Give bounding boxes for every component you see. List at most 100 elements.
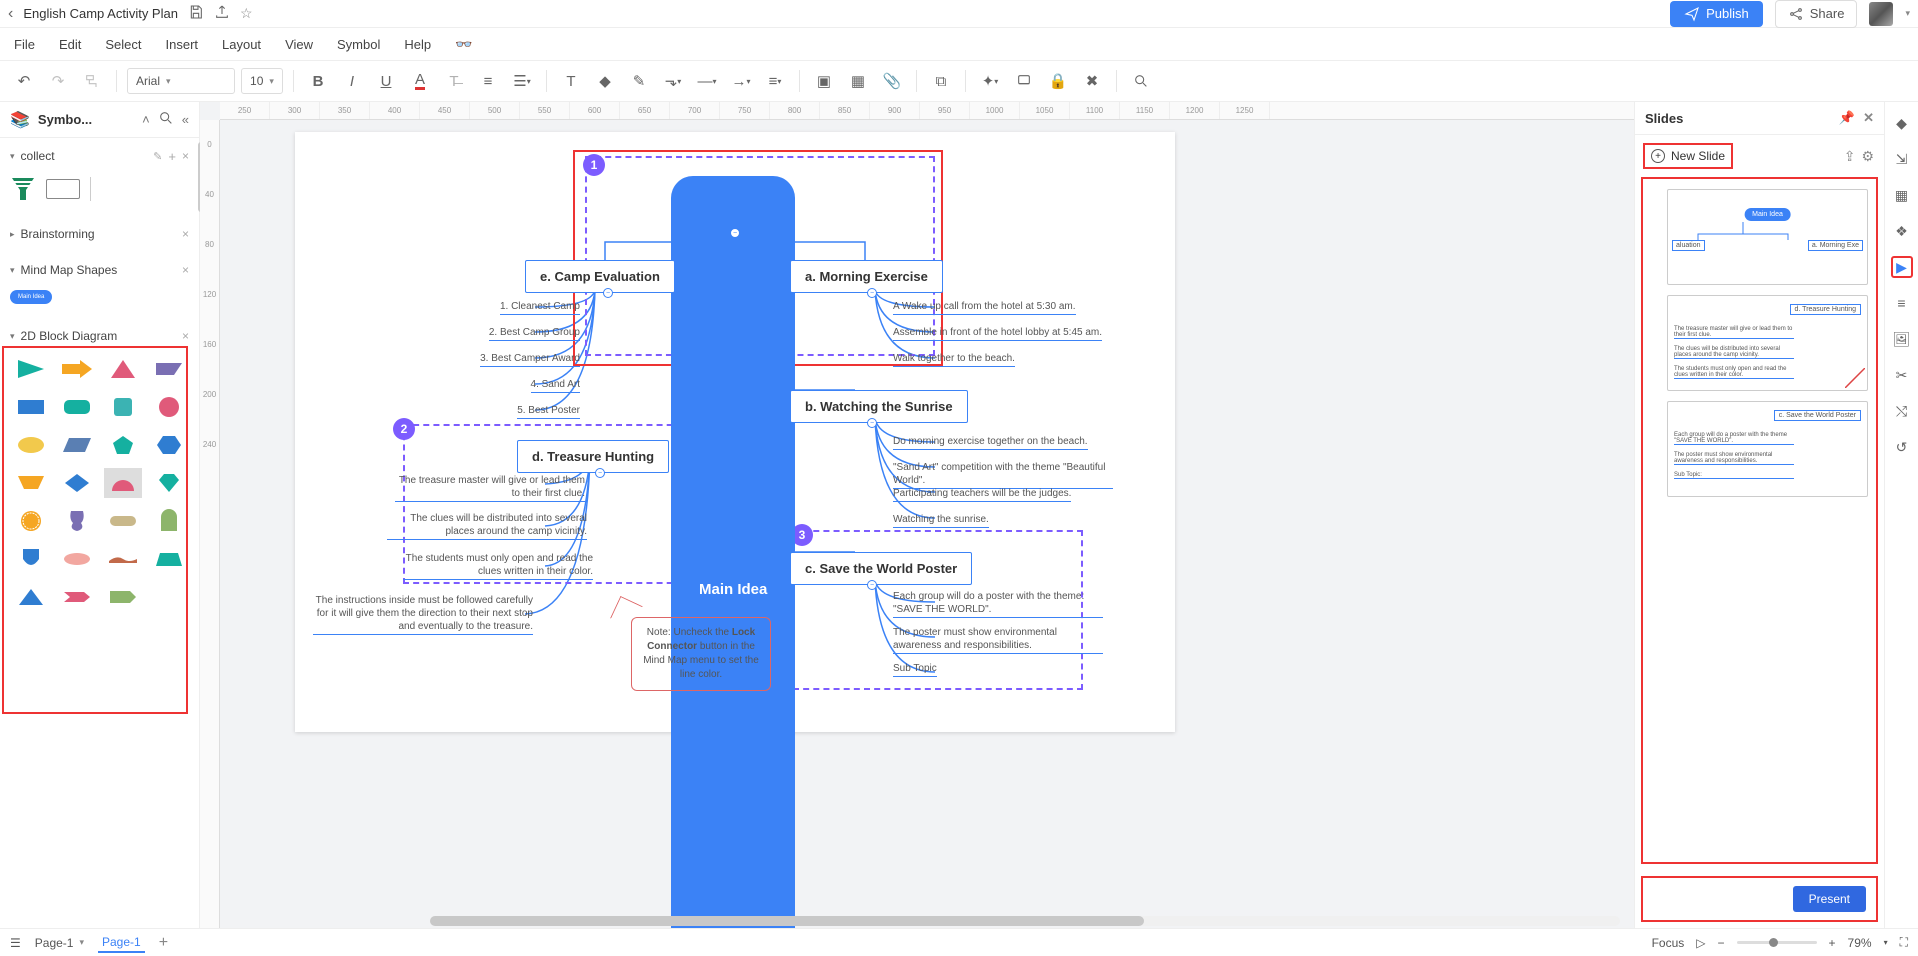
shape-arch[interactable]: [150, 506, 188, 536]
menu-insert[interactable]: Insert: [166, 37, 199, 52]
avatar-chevron-icon[interactable]: ▾: [1905, 8, 1910, 19]
shape-triangle-up[interactable]: [104, 354, 142, 384]
data-icon[interactable]: ≡: [1891, 292, 1913, 314]
slide-thumb[interactable]: Main Ideaaluationa. Morning Exe: [1667, 189, 1868, 285]
add-page-icon[interactable]: +: [159, 934, 168, 952]
image-icon[interactable]: 🖼: [1891, 328, 1913, 350]
menu-edit[interactable]: Edit: [59, 37, 81, 52]
menu-view[interactable]: View: [285, 37, 313, 52]
collapse-icon[interactable]: −: [867, 288, 877, 298]
h-scrollbar-thumb[interactable]: [430, 916, 1144, 926]
leaf-node[interactable]: 4. Sand Art: [370, 378, 580, 393]
leaf-node[interactable]: Participating teachers will be the judge…: [893, 487, 1113, 502]
chevron-up-icon[interactable]: ˄: [142, 112, 150, 127]
clip-icon[interactable]: ✂: [1891, 364, 1913, 386]
leaf-node[interactable]: 2. Best Camp Group: [370, 326, 580, 341]
presentation-icon[interactable]: ▶: [1891, 256, 1913, 278]
tools-icon[interactable]: ✖: [1078, 67, 1106, 95]
clear-format-icon[interactable]: T̶: [440, 67, 468, 95]
edit-section-icon[interactable]: ✎: [153, 150, 162, 163]
close-section-icon[interactable]: ×: [182, 149, 189, 163]
layers-icon[interactable]: ❖: [1891, 220, 1913, 242]
eraser-icon[interactable]: [1010, 67, 1038, 95]
shape-half-circle[interactable]: [104, 468, 142, 498]
leaf-node[interactable]: A Wake up call from the hotel at 5:30 am…: [893, 300, 1113, 315]
present-button[interactable]: Present: [1793, 886, 1866, 912]
shape-trapezoid[interactable]: [12, 468, 50, 498]
node-branch-b[interactable]: b. Watching the Sunrise: [790, 390, 968, 423]
zoom-out-icon[interactable]: −: [1718, 936, 1725, 950]
back-icon[interactable]: ‹: [8, 5, 13, 23]
line-weight-icon[interactable]: ≡▾: [761, 67, 789, 95]
shape-diamond[interactable]: [58, 468, 96, 498]
effects-icon[interactable]: ✦▾: [976, 67, 1004, 95]
font-combo[interactable]: Arial ▾: [127, 68, 235, 94]
page-combo[interactable]: Page-1 ▾: [35, 936, 84, 950]
lock-icon[interactable]: 🔒: [1044, 67, 1072, 95]
leaf-node[interactable]: Watching the sunrise.: [893, 513, 1113, 528]
view-mode-icon[interactable]: 👓: [455, 36, 472, 53]
canvas-page[interactable]: 1 2 3 Main Idea − e. Camp Evaluation − a…: [295, 132, 1175, 732]
shuffle-icon[interactable]: ⤭: [1891, 400, 1913, 422]
italic-icon[interactable]: I: [338, 67, 366, 95]
leaf-node[interactable]: "Sand Art" competition with the theme "B…: [893, 461, 1113, 489]
leaf-node[interactable]: Walk together to the beach.: [893, 352, 1113, 367]
rect-shape-icon[interactable]: [46, 179, 80, 199]
shape-flag[interactable]: [150, 354, 188, 384]
shape-rect[interactable]: [12, 392, 50, 422]
zoom-slider-thumb[interactable]: [1769, 938, 1778, 947]
pin-icon[interactable]: 📌: [1839, 110, 1855, 126]
leaf-node[interactable]: The poster must show environmental aware…: [893, 626, 1103, 654]
search-icon[interactable]: [158, 110, 174, 129]
leaf-node[interactable]: 1. Cleanest Camp: [370, 300, 580, 315]
shape-blob[interactable]: [58, 544, 96, 574]
text-tool-icon[interactable]: T: [557, 67, 585, 95]
node-branch-c[interactable]: c. Save the World Poster: [790, 552, 972, 585]
share-slide-icon[interactable]: ⇪: [1844, 148, 1856, 165]
library-icon[interactable]: 📚: [10, 110, 30, 130]
menu-select[interactable]: Select: [105, 37, 141, 52]
leaf-node[interactable]: Do morning exercise together on the beac…: [893, 435, 1113, 450]
shape-square[interactable]: [104, 392, 142, 422]
shape-shield[interactable]: [12, 544, 50, 574]
funnel-shape-icon[interactable]: [10, 176, 36, 202]
shape-vase[interactable]: [58, 506, 96, 536]
collapse-icon[interactable]: −: [730, 228, 740, 238]
attach-icon[interactable]: 📎: [878, 67, 906, 95]
close-section-icon[interactable]: ×: [182, 263, 189, 277]
focus-label[interactable]: Focus: [1652, 936, 1685, 950]
save-icon[interactable]: [188, 4, 204, 23]
export-icon[interactable]: [214, 4, 230, 23]
pages-menu-icon[interactable]: ☰: [10, 936, 21, 950]
history-icon[interactable]: ↺: [1891, 436, 1913, 458]
node-branch-e[interactable]: e. Camp Evaluation: [525, 260, 675, 293]
shape-gem[interactable]: [150, 468, 188, 498]
collapse-icon[interactable]: «: [182, 112, 189, 127]
shape-wave[interactable]: [104, 544, 142, 574]
connector-icon[interactable]: ⬎▾: [659, 67, 687, 95]
shape-roundrect[interactable]: [58, 392, 96, 422]
shape-hexagon[interactable]: [150, 430, 188, 460]
leaf-node[interactable]: The instructions inside must be followed…: [313, 594, 533, 635]
section-mindmap[interactable]: ▾ Mind Map Shapes ×: [10, 258, 189, 282]
shape-triangle-right[interactable]: [12, 354, 50, 384]
shape-circle[interactable]: [150, 392, 188, 422]
canvas[interactable]: 2503003504004505005506006507007508008509…: [200, 102, 1634, 928]
shape-tag[interactable]: [104, 582, 142, 612]
collapse-icon[interactable]: −: [867, 580, 877, 590]
star-icon[interactable]: ☆: [240, 5, 253, 22]
undo-icon[interactable]: ↶: [10, 67, 38, 95]
menu-help[interactable]: Help: [404, 37, 431, 52]
slide-thumb[interactable]: d. Treasure HuntingThe treasure master w…: [1667, 295, 1868, 391]
leaf-node[interactable]: 5. Best Poster: [370, 404, 580, 419]
font-size-combo[interactable]: 10 ▾: [241, 68, 283, 94]
theme-icon[interactable]: ◆: [1891, 112, 1913, 134]
close-icon[interactable]: ✕: [1863, 110, 1874, 126]
new-slide-button[interactable]: + New Slide: [1643, 143, 1733, 169]
menu-file[interactable]: File: [14, 37, 35, 52]
shape-triangle-blue[interactable]: [12, 582, 50, 612]
chevron-down-icon[interactable]: ▾: [1884, 938, 1888, 947]
collapse-icon[interactable]: −: [595, 468, 605, 478]
table-icon[interactable]: ▦: [844, 67, 872, 95]
shape-trapezoid2[interactable]: [150, 544, 188, 574]
